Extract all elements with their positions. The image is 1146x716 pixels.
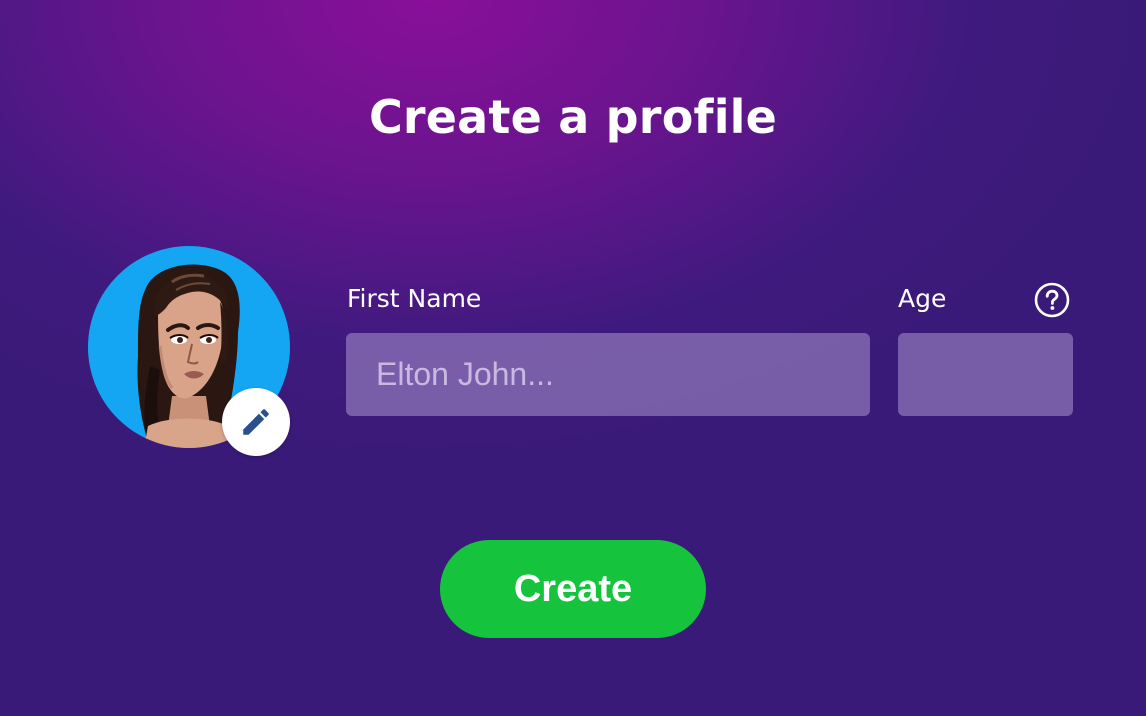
first-name-label: First Name xyxy=(347,284,482,313)
question-circle-icon[interactable] xyxy=(1034,282,1070,318)
pencil-icon xyxy=(243,409,269,435)
age-input[interactable] xyxy=(898,333,1073,416)
first-name-input[interactable] xyxy=(346,333,870,416)
page-title: Create a profile xyxy=(368,90,778,144)
edit-avatar-button[interactable] xyxy=(222,388,290,456)
avatar-container xyxy=(88,246,290,456)
age-label: Age xyxy=(898,284,947,313)
create-button[interactable]: Create xyxy=(440,540,706,638)
